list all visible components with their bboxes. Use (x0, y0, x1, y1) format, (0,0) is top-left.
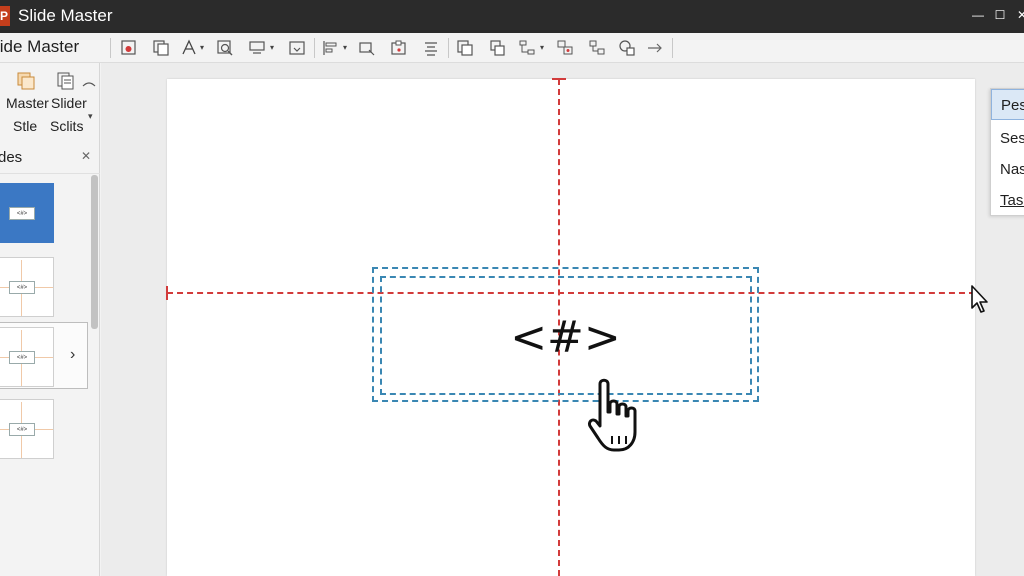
thumbnail-placeholder: <#> (9, 207, 35, 220)
center-icon[interactable] (420, 37, 442, 59)
window-title: Slide Master (18, 6, 113, 25)
placeholder-dropdown-icon[interactable]: ▾ (270, 43, 274, 52)
shape-icon[interactable] (616, 37, 638, 59)
slide-number-text[interactable]: <#> (372, 312, 759, 363)
powerpoint-app-icon: P (0, 6, 10, 26)
close-button[interactable]: ✕ (1010, 4, 1024, 26)
ribbon-tab-slide-master[interactable]: lide Master (0, 37, 79, 57)
insert-layout-icon[interactable] (150, 37, 172, 59)
arrow-cursor-icon (970, 284, 992, 321)
ribbon-separator (110, 38, 111, 58)
more-options-icon[interactable]: ▾ (88, 111, 93, 122)
thumbnail-scrollbar[interactable] (91, 175, 98, 329)
layout-dropdown-icon[interactable]: ▾ (540, 43, 544, 52)
duplicate-icon[interactable] (486, 37, 508, 59)
collapse-icon[interactable] (82, 75, 96, 87)
slider-sublabel[interactable]: Sclits (50, 118, 83, 134)
horizontal-guide-handle[interactable] (166, 286, 168, 300)
font-icon[interactable] (178, 37, 200, 59)
align-icon[interactable] (320, 37, 342, 59)
placeholder-icon[interactable] (246, 37, 268, 59)
pane-divider (0, 173, 100, 174)
thumbnail-placeholder: <#> (9, 281, 35, 294)
task-pane-item[interactable]: Ses (991, 123, 1024, 154)
expand-arrow-icon[interactable]: › (70, 346, 75, 364)
master-label[interactable]: Master (6, 95, 49, 111)
align-dropdown-icon[interactable]: ▾ (343, 43, 347, 52)
slide-thumbnail[interactable]: <#> (0, 399, 54, 459)
preserve-icon[interactable] (388, 37, 410, 59)
slides-pane-title: des (0, 149, 23, 166)
rename-icon[interactable] (286, 37, 308, 59)
ribbon-toolbar: lide Master ▾ ▾ ▾ ▾ (0, 33, 1024, 63)
left-panel: Master Slider Stle Sclits ▾ des ✕ › <#> … (0, 63, 100, 576)
slide-thumbnail[interactable]: <#> (0, 327, 54, 387)
ribbon-separator (448, 38, 449, 58)
insert-slide-master-icon[interactable] (118, 37, 140, 59)
task-pane-item[interactable]: Nas (991, 154, 1024, 185)
right-task-pane: Pes Ses Nas Tasl (990, 88, 1024, 216)
minimize-button[interactable]: — (966, 4, 990, 26)
title-bar: P Slide Master — ☐ ✕ (0, 0, 1024, 33)
zoom-icon[interactable] (214, 37, 236, 59)
layout-icon[interactable] (516, 37, 538, 59)
arrow-icon[interactable] (644, 37, 666, 59)
font-dropdown-icon[interactable]: ▾ (200, 43, 204, 52)
thumbnail-placeholder: <#> (9, 423, 35, 436)
maximize-button[interactable]: ☐ (988, 4, 1012, 26)
task-pane-item[interactable]: Tasl (991, 185, 1024, 216)
master-sublabel[interactable]: Stle (13, 118, 37, 134)
thumbnail-placeholder: <#> (9, 351, 35, 364)
slider-layout-icon[interactable] (56, 71, 76, 91)
ribbon-separator (672, 38, 673, 58)
slide-thumbnail[interactable]: <#> (0, 183, 54, 243)
crop-icon[interactable] (356, 37, 378, 59)
slider-label[interactable]: Slider (51, 95, 87, 111)
pane-close-icon[interactable]: ✕ (81, 149, 91, 163)
copy-icon[interactable] (454, 37, 476, 59)
vertical-guide-handle[interactable] (552, 78, 566, 80)
master-layout-icon[interactable] (16, 71, 36, 91)
hand-pointer-cursor-icon (586, 376, 656, 461)
ribbon-separator (314, 38, 315, 58)
slide-thumbnail[interactable]: <#> (0, 257, 54, 317)
task-pane-item[interactable]: Pes (991, 89, 1024, 120)
arrange-icon[interactable] (586, 37, 608, 59)
group-icon[interactable] (554, 37, 576, 59)
